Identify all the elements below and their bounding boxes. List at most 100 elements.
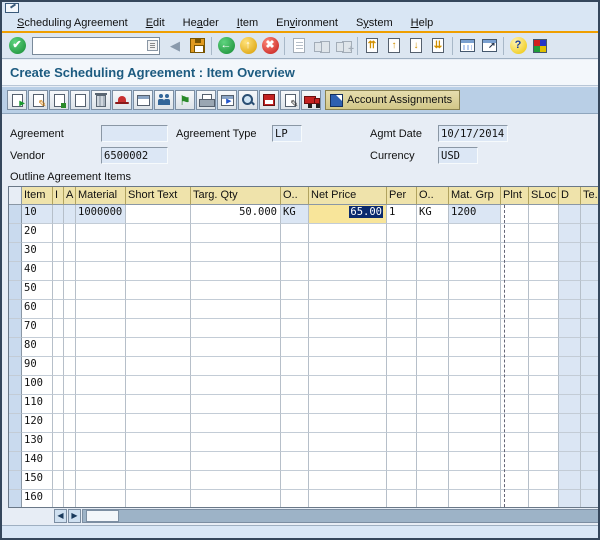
cell-short_text[interactable] <box>126 433 191 452</box>
cell-item[interactable]: 160 <box>22 490 53 508</box>
cell-net_price[interactable] <box>309 357 387 376</box>
cell-te[interactable] <box>581 205 600 224</box>
cell-sloc[interactable] <box>529 243 559 262</box>
cell-sloc[interactable] <box>529 471 559 490</box>
cell-opu[interactable] <box>417 395 449 414</box>
cell-oun[interactable] <box>281 281 309 300</box>
cell-mat_grp[interactable] <box>449 319 501 338</box>
cell-net_price[interactable] <box>309 319 387 338</box>
column-header-material[interactable]: Material <box>76 187 126 205</box>
cell-sel[interactable] <box>9 357 22 376</box>
help-button[interactable]: ? <box>507 35 529 57</box>
cell-te[interactable] <box>581 471 600 490</box>
delete-item-button[interactable] <box>91 90 111 110</box>
cell-per[interactable] <box>387 376 417 395</box>
cell-short_text[interactable] <box>126 300 191 319</box>
cell-opu[interactable] <box>417 338 449 357</box>
customize-layout-button[interactable] <box>529 35 551 57</box>
cell-short_text[interactable] <box>126 281 191 300</box>
cell-per[interactable] <box>387 395 417 414</box>
cell-mat_grp[interactable] <box>449 376 501 395</box>
cell-a[interactable] <box>64 300 76 319</box>
cell-a[interactable] <box>64 490 76 508</box>
cell-mat_grp[interactable] <box>449 452 501 471</box>
cell-oun[interactable] <box>281 376 309 395</box>
cell-d[interactable] <box>559 262 581 281</box>
agreement-type-field[interactable]: LP <box>272 125 302 142</box>
cell-mat_grp[interactable] <box>449 338 501 357</box>
cell-mat_grp[interactable] <box>449 300 501 319</box>
cell-d[interactable] <box>559 395 581 414</box>
cell-per[interactable] <box>387 452 417 471</box>
cell-net_price[interactable] <box>309 452 387 471</box>
cell-oun[interactable] <box>281 452 309 471</box>
cell-sloc[interactable] <box>529 452 559 471</box>
cell-d[interactable] <box>559 471 581 490</box>
cell-te[interactable] <box>581 319 600 338</box>
cell-a[interactable] <box>64 262 76 281</box>
cell-opu[interactable] <box>417 243 449 262</box>
column-header-net_price[interactable]: Net Price <box>309 187 387 205</box>
new-session-button[interactable] <box>456 35 478 57</box>
cell-targ_qty[interactable] <box>191 357 281 376</box>
cell-item[interactable]: 80 <box>22 338 53 357</box>
cell-oun[interactable] <box>281 357 309 376</box>
cell-per[interactable] <box>387 471 417 490</box>
cell-i[interactable] <box>53 471 64 490</box>
memo-button[interactable]: ✎ <box>280 90 300 110</box>
menu-environment[interactable]: Environment <box>267 16 347 30</box>
cell-material[interactable] <box>76 414 126 433</box>
cell-mat_grp[interactable] <box>449 414 501 433</box>
cell-short_text[interactable] <box>126 395 191 414</box>
cell-material[interactable] <box>76 243 126 262</box>
cell-sel[interactable] <box>9 300 22 319</box>
cell-material[interactable] <box>76 224 126 243</box>
cell-net_price[interactable] <box>309 490 387 508</box>
cell-short_text[interactable] <box>126 490 191 508</box>
cell-oun[interactable] <box>281 224 309 243</box>
cell-net_price[interactable] <box>309 433 387 452</box>
cell-opu[interactable] <box>417 262 449 281</box>
cell-net_price[interactable] <box>309 471 387 490</box>
cell-net_price[interactable] <box>309 281 387 300</box>
cell-net_price[interactable] <box>309 224 387 243</box>
cell-a[interactable] <box>64 395 76 414</box>
cell-targ_qty[interactable] <box>191 224 281 243</box>
delivery-schedule-button[interactable] <box>301 90 321 110</box>
cell-a[interactable] <box>64 433 76 452</box>
column-header-per[interactable]: Per <box>387 187 417 205</box>
cell-sloc[interactable] <box>529 338 559 357</box>
cell-d[interactable] <box>559 357 581 376</box>
cell-sel[interactable] <box>9 243 22 262</box>
cell-te[interactable] <box>581 414 600 433</box>
cell-item[interactable]: 140 <box>22 452 53 471</box>
cell-oun[interactable] <box>281 338 309 357</box>
cell-item[interactable]: 50 <box>22 281 53 300</box>
cell-plnt[interactable] <box>501 319 529 338</box>
vendor-address-button[interactable] <box>154 90 174 110</box>
cell-opu[interactable] <box>417 319 449 338</box>
currency-field[interactable]: USD <box>438 147 478 164</box>
cell-opu[interactable] <box>417 376 449 395</box>
cell-plnt[interactable] <box>501 224 529 243</box>
cell-d[interactable] <box>559 281 581 300</box>
cell-sel[interactable] <box>9 395 22 414</box>
cell-a[interactable] <box>64 224 76 243</box>
cell-a[interactable] <box>64 205 76 224</box>
cell-material[interactable] <box>76 395 126 414</box>
cell-mat_grp[interactable] <box>449 281 501 300</box>
column-header-opu[interactable]: O.. <box>417 187 449 205</box>
cell-per[interactable] <box>387 262 417 281</box>
cell-sloc[interactable] <box>529 395 559 414</box>
cell-te[interactable] <box>581 490 600 508</box>
cell-opu[interactable] <box>417 452 449 471</box>
cell-i[interactable] <box>53 338 64 357</box>
cell-i[interactable] <box>53 433 64 452</box>
cell-te[interactable] <box>581 224 600 243</box>
column-header-plnt[interactable]: Plnt <box>501 187 529 205</box>
cell-i[interactable] <box>53 205 64 224</box>
cell-per[interactable] <box>387 490 417 508</box>
cell-material[interactable] <box>76 490 126 508</box>
cell-oun[interactable] <box>281 319 309 338</box>
page-down-button[interactable]: ↓ <box>405 35 427 57</box>
